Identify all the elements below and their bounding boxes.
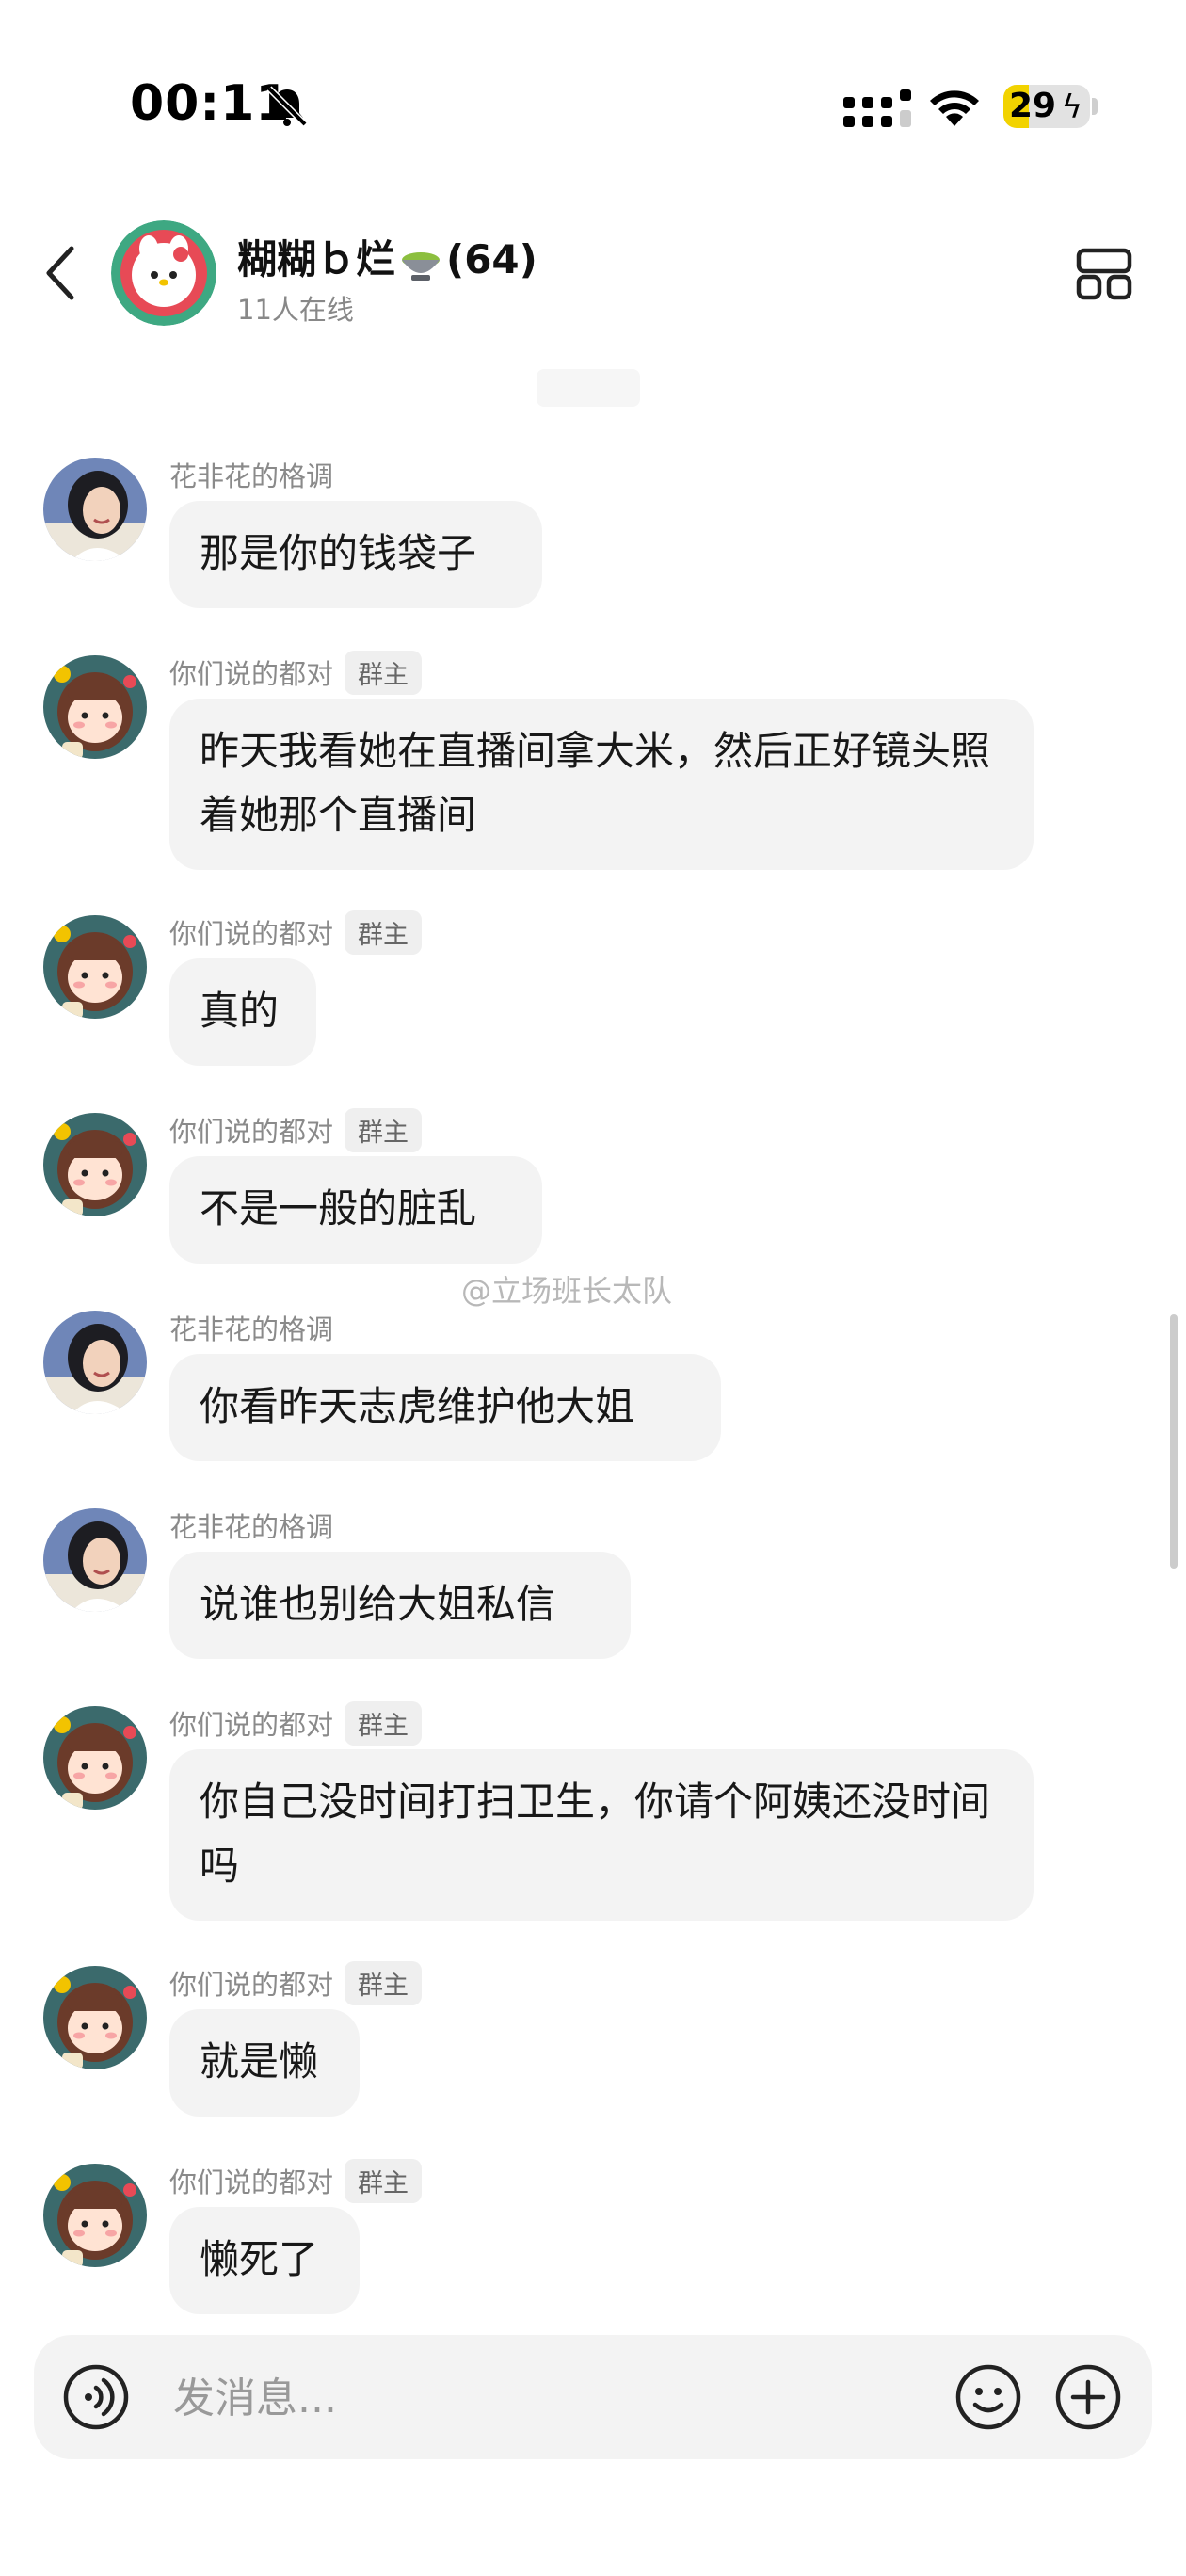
battery-icon: 29 ϟ <box>1003 85 1090 128</box>
status-bar: 00:11 29 ϟ <box>0 0 1186 188</box>
owner-badge: 群主 <box>345 910 423 955</box>
sender-label: 你们说的都对 <box>169 658 334 690</box>
wifi-icon <box>930 90 979 126</box>
sender-label: 你们说的都对 <box>169 918 334 950</box>
message-bubble[interactable]: 你看昨天志虎维护他大姐 <box>169 1354 721 1461</box>
sender-label: 你们说的都对 <box>169 2166 334 2198</box>
sender-name: 你们说的都对 群主 <box>169 910 423 955</box>
owner-badge: 群主 <box>345 2158 423 2203</box>
message-bubble[interactable]: 说谁也别给大姐私信 <box>169 1552 631 1659</box>
group-avatar[interactable] <box>111 220 216 326</box>
message-input[interactable] <box>173 2369 926 2427</box>
sender-name: 你们说的都对 群主 <box>169 650 423 695</box>
message-bubble[interactable]: 昨天我看她在直播间拿大米，然后正好镜头照着她那个直播间 <box>169 699 1034 870</box>
sender-name: 你们说的都对 群主 <box>169 2158 423 2203</box>
sender-name: 你们说的都对 群主 <box>169 1700 423 1746</box>
smile-icon[interactable] <box>954 2363 1022 2431</box>
voice-icon[interactable] <box>62 2363 130 2431</box>
avatar[interactable] <box>43 1113 147 1216</box>
watermark: @立场班长太队 <box>461 1273 673 1309</box>
group-title: 糊糊ｂ烂 (64) <box>237 228 537 285</box>
plus-icon[interactable] <box>1054 2363 1122 2431</box>
bell-slash-icon <box>266 86 308 127</box>
sender-name: 你们说的都对 群主 <box>169 1107 423 1152</box>
message-bubble[interactable]: 就是懒 <box>169 2009 360 2117</box>
chevron-left-icon[interactable] <box>41 243 79 303</box>
message-bubble[interactable]: 真的 <box>169 958 316 1066</box>
avatar[interactable] <box>43 1311 147 1414</box>
charging-bolt-icon: ϟ <box>1061 89 1082 126</box>
owner-badge: 群主 <box>345 1700 423 1746</box>
sender-label: 花非花的格调 <box>169 1511 334 1543</box>
avatar[interactable] <box>43 915 147 1019</box>
group-name: 糊糊ｂ烂 <box>237 236 396 282</box>
battery-tip <box>1092 98 1098 115</box>
chat-header: 糊糊ｂ烂 (64) 11人在线 <box>0 198 1186 348</box>
sender-name: 花非花的格调 <box>169 454 333 495</box>
sender-name: 你们说的都对 群主 <box>169 1960 423 2005</box>
battery-level: 29 <box>1009 87 1057 125</box>
sender-label: 你们说的都对 <box>169 1969 334 2001</box>
owner-badge: 群主 <box>345 1107 423 1152</box>
owner-badge: 群主 <box>345 650 423 695</box>
sender-label: 你们说的都对 <box>169 1116 334 1148</box>
tea-bowl-icon <box>402 251 441 281</box>
sender-label: 你们说的都对 <box>169 1709 334 1741</box>
avatar[interactable] <box>43 1966 147 2069</box>
sender-label: 花非花的格调 <box>169 1313 334 1345</box>
scrollbar[interactable] <box>1170 1314 1178 1569</box>
message-bubble[interactable]: 不是一般的脏乱 <box>169 1156 542 1264</box>
avatar[interactable] <box>43 655 147 759</box>
signal-icon <box>843 89 911 127</box>
avatar[interactable] <box>43 458 147 561</box>
avatar[interactable] <box>43 1706 147 1810</box>
sender-name: 花非花的格调 <box>169 1307 333 1348</box>
online-count: 11人在线 <box>237 294 354 326</box>
owner-badge: 群主 <box>345 1960 423 2005</box>
message-input-bar <box>34 2335 1152 2459</box>
avatar[interactable] <box>43 2164 147 2267</box>
member-count: (64) <box>446 236 537 282</box>
sender-label: 花非花的格调 <box>169 460 334 492</box>
faded-timestamp <box>537 369 640 407</box>
message-bubble[interactable]: 懒死了 <box>169 2207 360 2314</box>
sender-name: 花非花的格调 <box>169 1505 333 1546</box>
message-bubble[interactable]: 那是你的钱袋子 <box>169 501 542 608</box>
message-bubble[interactable]: 你自己没时间打扫卫生，你请个阿姨还没时间吗 <box>169 1749 1034 1921</box>
grid-menu-icon[interactable] <box>1075 245 1133 303</box>
avatar[interactable] <box>43 1508 147 1612</box>
